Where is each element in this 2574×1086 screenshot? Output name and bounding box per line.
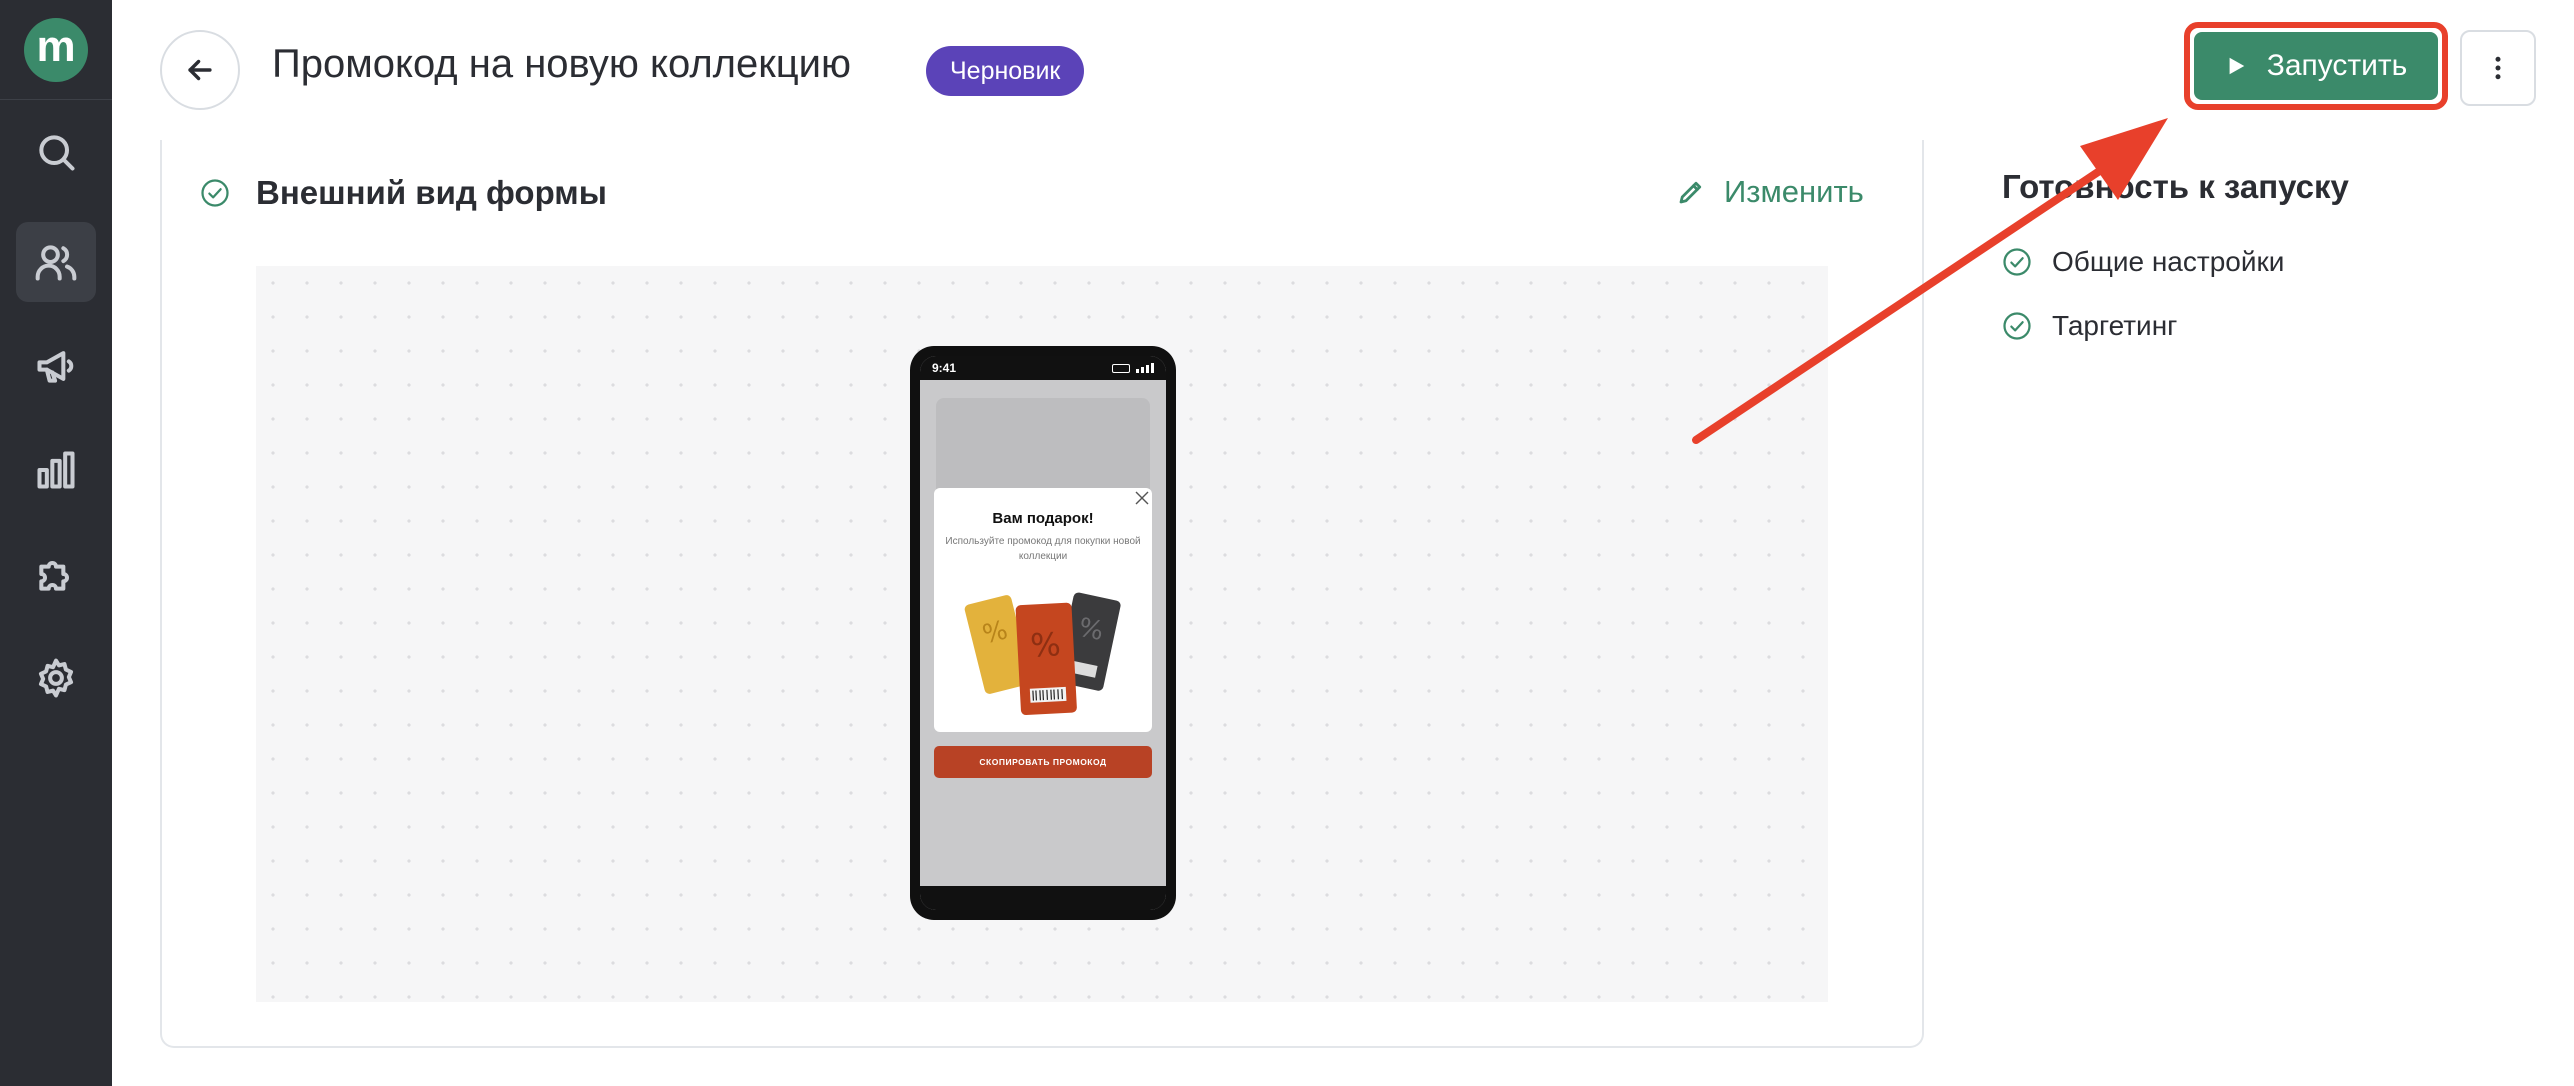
copy-promo-button[interactable]: СКОПИРОВАТЬ ПРОМОКОД — [934, 746, 1152, 778]
sidebar: m — [0, 0, 112, 1086]
app-logo[interactable]: m — [24, 17, 88, 82]
sidebar-item-settings[interactable] — [16, 638, 96, 718]
phone-status-icons — [1112, 363, 1154, 373]
page-title: Промокод на новую коллекцию — [272, 42, 852, 86]
search-icon — [39, 135, 75, 171]
phone-preview: 9:41 Вам подарок! Используйте промокод д… — [910, 346, 1176, 920]
launch-button[interactable]: Запустить — [2194, 32, 2438, 100]
check-circle-icon — [200, 178, 232, 210]
close-icon[interactable] — [1132, 488, 1152, 508]
megaphone-icon — [37, 351, 74, 383]
back-button[interactable] — [160, 30, 240, 110]
sidebar-item-search[interactable] — [16, 112, 96, 192]
popup-text: Используйте промокод для покупки новой к… — [945, 536, 1141, 562]
pencil-icon — [1679, 181, 1702, 204]
svg-text:%: % — [1029, 625, 1061, 665]
readiness-item-label: Таргетинг — [2052, 310, 2178, 341]
check-circle-icon — [2003, 248, 2031, 276]
more-vertical-icon — [2495, 56, 2501, 80]
placeholder-block — [936, 398, 1150, 498]
phone-status-bar: 9:41 — [920, 356, 1166, 380]
discount-tickets-illustration: % % % — [964, 592, 1121, 716]
phone-home-bar — [920, 886, 1166, 910]
bar-chart-icon — [37, 451, 75, 489]
edit-button[interactable]: Изменить — [1676, 174, 1864, 210]
sidebar-item-analytics[interactable] — [16, 430, 96, 510]
sidebar-item-users[interactable] — [16, 222, 96, 302]
gear-icon — [38, 658, 74, 698]
puzzle-icon — [39, 561, 69, 591]
phone-screen: 9:41 Вам подарок! Используйте промокод д… — [920, 356, 1166, 910]
play-icon — [2229, 57, 2244, 75]
popup-title: Вам подарок! — [992, 510, 1094, 527]
signal-icon — [1136, 363, 1154, 373]
logo-area: m — [0, 0, 112, 100]
promo-popup: Вам подарок! Используйте промокод для по… — [934, 488, 1152, 732]
arrow-left-icon — [188, 59, 212, 81]
page: m Промокод на новую коллекцию Черновик З… — [0, 0, 2574, 1086]
battery-icon — [1112, 363, 1130, 373]
readiness-item-label: Общие настройки — [2052, 246, 2285, 277]
check-circle-icon — [2003, 312, 2031, 340]
launch-button-label: Запустить — [2266, 49, 2408, 82]
sidebar-item-integrations[interactable] — [16, 534, 96, 614]
more-options-button[interactable] — [2460, 30, 2536, 106]
readiness-item: Таргетинг — [2002, 310, 2177, 342]
sidebar-item-campaigns[interactable] — [16, 326, 96, 406]
section-title: Внешний вид формы — [256, 174, 607, 211]
readiness-item: Общие настройки — [2002, 246, 2284, 278]
users-icon — [35, 245, 77, 281]
status-badge: Черновик — [926, 46, 1085, 96]
edit-button-label: Изменить — [1724, 174, 1864, 209]
readiness-title: Готовность к запуску — [2002, 168, 2349, 205]
phone-time: 9:41 — [932, 361, 957, 375]
